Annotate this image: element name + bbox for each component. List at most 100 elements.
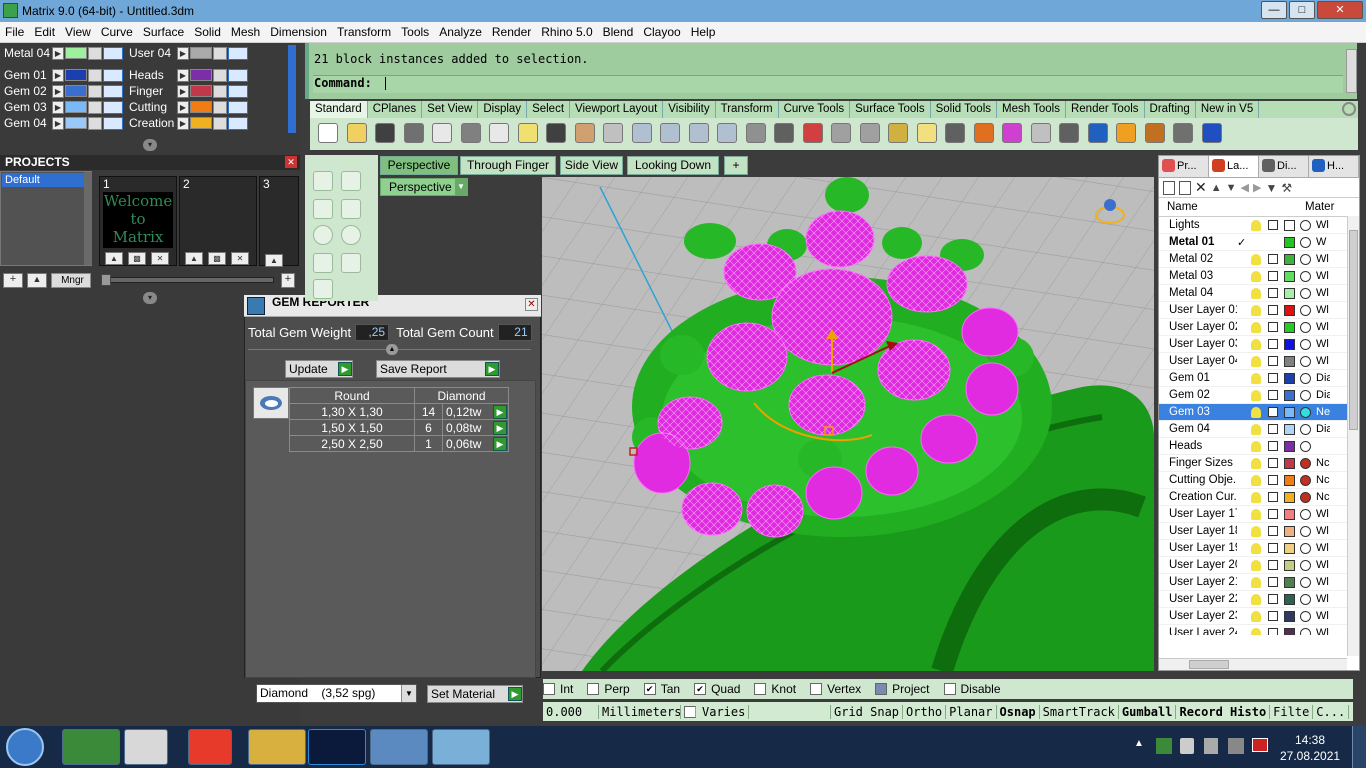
viewport-tab-side-view[interactable]: Side View [560, 156, 623, 175]
cplane-icon[interactable] [888, 123, 908, 143]
menu-transform[interactable]: Transform [332, 25, 396, 39]
menu-analyze[interactable]: Analyze [434, 25, 487, 39]
thumb-save-icon[interactable]: ▩ [208, 252, 226, 265]
filter-icon[interactable]: ▼ [1265, 181, 1277, 195]
gear-icon[interactable] [1342, 102, 1356, 116]
panel-tab-4[interactable]: H... [1309, 156, 1359, 177]
quick-layer-name[interactable]: Finger [125, 84, 177, 98]
viewport-tab-through-finger[interactable]: Through Finger [460, 156, 556, 175]
tab-visibility[interactable]: Visibility [663, 101, 716, 118]
material-icon[interactable] [1300, 610, 1311, 622]
curve-icon[interactable] [341, 199, 361, 219]
speaker-icon[interactable] [1180, 738, 1194, 754]
lock-icon[interactable] [1268, 492, 1278, 502]
projects-close-icon[interactable]: ✕ [285, 156, 297, 168]
photoshop-icon[interactable] [308, 729, 366, 765]
thumb-up-icon[interactable]: ▲ [185, 252, 203, 265]
lightbulb-icon[interactable] [1251, 525, 1261, 537]
print-icon[interactable] [403, 123, 424, 143]
tray-expand-icon[interactable]: ▲ [1134, 738, 1144, 749]
layer-color-swatch[interactable] [1284, 508, 1295, 520]
lightbulb-icon[interactable] [1251, 474, 1261, 486]
copy-icon[interactable] [489, 123, 509, 143]
material-icon[interactable] [1300, 576, 1311, 588]
checkbox[interactable] [587, 683, 600, 695]
lock-icon[interactable] [213, 46, 227, 60]
thumb-up-icon[interactable]: ▲ [265, 254, 283, 267]
osnap-quad[interactable]: ✔ Quad [694, 682, 740, 696]
layer-color-swatch[interactable] [65, 69, 87, 81]
viewport-tab-perspective[interactable]: Perspective [380, 156, 458, 175]
menu-dimension[interactable]: Dimension [265, 25, 332, 39]
import-icon[interactable] [432, 123, 452, 143]
lock-icon[interactable] [88, 100, 102, 114]
settings-icon[interactable] [1144, 123, 1165, 143]
layer-color-swatch[interactable] [1284, 474, 1295, 486]
set-material-button[interactable]: Set Material ▶ [427, 685, 523, 703]
material-icon[interactable] [1300, 389, 1311, 401]
layer-row[interactable]: User Layer 17 Wl [1159, 506, 1359, 523]
scroll-thumb[interactable] [1349, 230, 1358, 430]
viewport-tab-looking-down[interactable]: Looking Down [627, 156, 719, 175]
menu-tools[interactable]: Tools [396, 25, 434, 39]
material-icon[interactable] [1300, 440, 1311, 452]
lock-icon[interactable] [1268, 560, 1278, 570]
ellipse-icon[interactable] [341, 225, 361, 245]
lock-icon[interactable] [88, 116, 102, 130]
material-icon[interactable] [1300, 304, 1311, 316]
layer-color-swatch[interactable] [190, 101, 212, 113]
menu-curve[interactable]: Curve [96, 25, 138, 39]
visibility-toggle[interactable] [103, 68, 123, 82]
gem-row[interactable]: 1,50 X 1,50 6 0,08tw ▶ [289, 419, 509, 436]
tab-new-in-v5[interactable]: New in V5 [1196, 101, 1260, 118]
maximize-button[interactable]: □ [1289, 1, 1315, 19]
layer-row[interactable]: Gem 02 Dia [1159, 387, 1359, 404]
checkbox[interactable]: ✔ [694, 683, 707, 695]
menu-edit[interactable]: Edit [29, 25, 60, 39]
expand-icon[interactable]: ▶ [52, 116, 64, 130]
lightbulb-icon[interactable] [1251, 253, 1261, 265]
close-button[interactable]: ✕ [1317, 1, 1363, 19]
chevron-down-icon[interactable]: ▼ [455, 179, 467, 195]
layer-row[interactable]: Metal 03 Wl [1159, 268, 1359, 285]
lightbulb-icon[interactable] [1251, 423, 1261, 435]
new-layer-icon[interactable] [1163, 180, 1175, 195]
layer-row[interactable]: User Layer 22 Wl [1159, 591, 1359, 608]
scroll-thumb[interactable] [1189, 660, 1229, 669]
osnap-project[interactable]: Project [875, 682, 930, 696]
thumb-up-icon[interactable]: ▲ [105, 252, 123, 265]
layer-color-swatch[interactable] [1284, 576, 1295, 588]
project-thumb-3[interactable]: 3 ▲ [259, 176, 299, 267]
yandex-search-icon[interactable] [124, 729, 168, 765]
layer-scrollbar[interactable] [1347, 216, 1359, 656]
status-c-[interactable]: C... [1313, 704, 1350, 719]
layer-row[interactable]: Gem 04 Dia [1159, 421, 1359, 438]
lock-icon[interactable] [1268, 356, 1278, 366]
polyline-icon[interactable] [313, 199, 333, 219]
layer-color-swatch[interactable] [1284, 389, 1295, 401]
device-icon[interactable] [1204, 738, 1218, 754]
layer-row[interactable]: Metal 04 Wl [1159, 285, 1359, 302]
lock-icon[interactable] [1268, 220, 1278, 230]
layer-row[interactable]: Gem 01 Dia [1159, 370, 1359, 387]
expand-icon[interactable]: ▶ [52, 100, 64, 114]
lightbulb-icon[interactable] [1251, 508, 1261, 520]
projects-scrollbar[interactable] [84, 172, 92, 265]
polygon-icon[interactable] [313, 279, 333, 299]
save-icon[interactable] [375, 123, 395, 143]
lock-icon[interactable] [213, 68, 227, 82]
menu-help[interactable]: Help [686, 25, 721, 39]
layer-color-swatch[interactable] [1284, 304, 1295, 316]
panel-tab-2[interactable]: La... [1209, 156, 1259, 177]
lock-icon[interactable] [1268, 628, 1278, 635]
current-layer[interactable]: Varies [681, 704, 831, 719]
lock-icon[interactable] [213, 100, 227, 114]
material-icon[interactable] [1300, 338, 1311, 350]
render-icon[interactable] [1059, 123, 1079, 143]
lock-icon[interactable] [1268, 407, 1278, 417]
visibility-toggle[interactable] [228, 100, 248, 114]
show-desktop-button[interactable] [1352, 726, 1366, 768]
expand-icon[interactable]: ▶ [177, 100, 189, 114]
tab-display[interactable]: Display [478, 101, 528, 118]
menu-view[interactable]: View [60, 25, 96, 39]
